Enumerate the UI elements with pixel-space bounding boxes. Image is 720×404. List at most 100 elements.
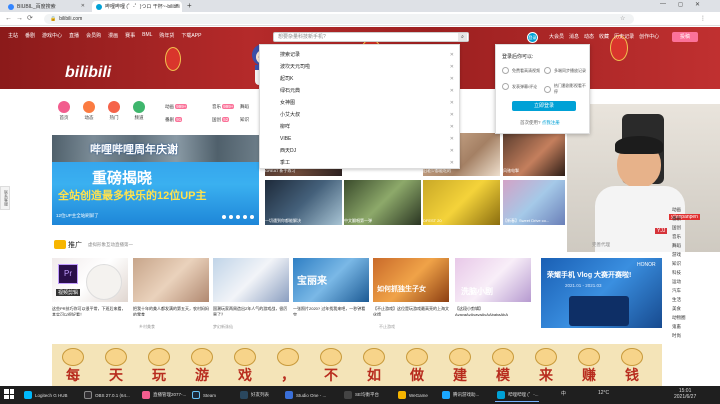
avatar[interactable]: 登录 xyxy=(527,32,538,43)
video-title[interactable]: 把我十年的美人都发满的第五天，农村妈妈的零食 xyxy=(133,306,209,316)
suggestion-item[interactable]: 女神图 ✕ xyxy=(260,97,460,109)
carousel[interactable]: 哔哩哔哩周年庆谢 重磅揭晓 全站创造最多快乐的12位UP主 12位UP主全站刷屏… xyxy=(52,135,259,225)
nav-game-center[interactable]: 游戏中心 xyxy=(42,32,62,39)
sidebar-item[interactable]: 动物圈 xyxy=(672,315,686,321)
ime-indicator[interactable]: 中 xyxy=(561,390,566,397)
nav-newyear[interactable]: 购年货 xyxy=(159,32,174,39)
subchannel-music[interactable]: 音乐 999+ xyxy=(212,104,235,110)
taskbar-app[interactable]: Logitech G HUB xyxy=(22,388,68,402)
sidebar-item[interactable]: 汽车 xyxy=(672,288,681,294)
suggestion-item[interactable]: 季工 ✕ xyxy=(260,157,460,169)
video-title[interactable]: 国潮玩家两周造出2年人气的游戏战，很厉害了？ xyxy=(213,306,289,316)
channel-hot[interactable]: 热门 xyxy=(108,101,120,121)
maximize-button[interactable]: ◻ xyxy=(678,1,683,8)
nav-shop[interactable]: 会员购 xyxy=(86,32,101,39)
nav-download[interactable]: 下载APP xyxy=(181,32,201,39)
nav-favorites[interactable]: 收藏 xyxy=(599,33,609,40)
tab-bilibili[interactable]: 哔哩哔哩 (゜-゜)つロ 干杯~-bilibili ✕ xyxy=(92,1,182,12)
taskbar-app[interactable]: 直播管理2077-... xyxy=(140,388,186,402)
suggestion-item[interactable]: 柳咩 ✕ xyxy=(260,121,460,133)
video-title[interactable]: 【新春】Sweet Drive co... xyxy=(503,218,565,224)
sidebar-item[interactable]: 运动 xyxy=(672,279,681,285)
nav-main[interactable]: 主站 xyxy=(8,32,18,39)
channel-channels[interactable]: 频道 xyxy=(133,101,145,121)
close-tab-icon[interactable]: ✕ xyxy=(175,3,179,9)
contact-support-tab[interactable]: 联系客服 xyxy=(0,186,10,210)
reload-button[interactable]: ⟳ xyxy=(27,14,33,24)
suggestion-item[interactable]: 波坎天元司啦 ✕ xyxy=(260,61,460,73)
taskbar-app[interactable]: Studio One - ... xyxy=(283,388,326,402)
new-tab-button[interactable]: + xyxy=(187,1,192,10)
carousel-dot[interactable] xyxy=(236,215,240,219)
sidebar-item[interactable]: 音乐 xyxy=(672,234,681,240)
remove-icon[interactable]: ✕ xyxy=(450,157,454,169)
bilibili-logo[interactable]: bilibili xyxy=(65,64,111,82)
sidebar-item[interactable]: 科技 xyxy=(672,270,681,276)
taskbar-app[interactable]: 哔哩哔哩 (゜-... xyxy=(495,388,539,402)
nav-creator[interactable]: 创作中心 xyxy=(639,33,659,40)
back-button[interactable]: ← xyxy=(5,14,12,24)
remove-icon[interactable]: ✕ xyxy=(450,121,454,133)
remove-icon[interactable]: ✕ xyxy=(450,73,454,85)
remove-icon[interactable]: ✕ xyxy=(450,49,454,61)
nav-vip[interactable]: 大会员 xyxy=(549,33,564,40)
nav-messages[interactable]: 消息 xyxy=(569,33,579,40)
remove-icon[interactable]: ✕ xyxy=(450,85,454,97)
carousel-dot[interactable] xyxy=(229,215,233,219)
register-link[interactable]: 点我注册 xyxy=(542,120,560,125)
remove-icon[interactable]: ✕ xyxy=(450,97,454,109)
sidebar-item[interactable]: 生活 xyxy=(672,297,681,303)
taskbar-app[interactable]: 腾讯游戏助... xyxy=(440,388,479,402)
taskbar-app[interactable]: WeGame xyxy=(396,388,428,402)
subchannel-bangumi[interactable]: 番剧 91 xyxy=(165,117,183,123)
nav-history[interactable]: 历史记录 xyxy=(614,33,634,40)
sticker-banner[interactable]: 每 天 玩 游 戏 ， 不 如 做 建 模 来 赚 钱 xyxy=(52,344,662,386)
video-thumbnail[interactable] xyxy=(213,258,289,302)
video-thumbnail[interactable]: 宝丽来 xyxy=(293,258,369,302)
ad-banner[interactable]: 荣耀手机 Vlog 大赛开赛啦! 2021.01 - 2021.03 HONOR xyxy=(541,258,662,328)
remove-icon[interactable]: ✕ xyxy=(450,145,454,157)
tab-baidu[interactable]: BIUBIL_百度搜索 ✕ xyxy=(4,1,88,12)
remove-icon[interactable]: ✕ xyxy=(450,61,454,73)
video-title[interactable]: 一切遇到你都能解决 xyxy=(265,218,342,224)
sidebar-item[interactable]: 知识 xyxy=(672,261,681,267)
sidebar-item[interactable]: 动画 xyxy=(672,207,681,213)
video-thumbnail[interactable]: 如何抓独生子女 xyxy=(373,258,449,302)
carousel-dot[interactable] xyxy=(250,215,254,219)
subchannel-guochuang[interactable]: 国创 52 xyxy=(212,117,230,123)
channel-dynamic[interactable]: 动态 xyxy=(83,101,95,121)
subchannel-animation[interactable]: 动画 999+ xyxy=(165,104,188,110)
search-icon[interactable]: ⌕ xyxy=(458,33,467,41)
channel-home[interactable]: 首页 xyxy=(58,101,70,121)
taskbar-app[interactable]: SE均衡平台 xyxy=(342,388,379,402)
suggestion-item[interactable]: 搜索记录 ✕ xyxy=(260,49,460,61)
sidebar-item[interactable]: 美食 xyxy=(672,306,681,312)
sidebar-item[interactable]: 时尚 xyxy=(672,333,681,339)
video-title[interactable]: 【不止游戏】这位是玩游戏最高亮的上海文化馆 xyxy=(373,306,449,316)
video-title[interactable]: 这些PR技巧你可以很平常，下班后来看，其实可以很好看！ xyxy=(52,306,128,316)
nav-bml[interactable]: BML xyxy=(142,32,152,39)
remove-icon[interactable]: ✕ xyxy=(450,109,454,121)
video-title[interactable]: DFEST 20 xyxy=(423,218,500,223)
taskbar-app[interactable]: 好友列表 xyxy=(238,388,269,402)
search-input[interactable]: 想要杂量科技新手机? xyxy=(273,32,469,42)
clock[interactable]: 15:01 2021/6/27 xyxy=(674,388,696,400)
minimize-button[interactable]: — xyxy=(660,1,666,8)
star-icon[interactable]: ☆ xyxy=(620,15,625,22)
upload-button[interactable]: 投稿 xyxy=(672,32,698,42)
suggestion-item[interactable]: VIBE ✕ xyxy=(260,133,460,145)
video-title[interactable]: 【这段小剪辑】 AvavaAvAvavaAvAAbabaAbA xyxy=(455,306,531,316)
video-up[interactable]: 梦幻新诛仙 xyxy=(213,324,289,330)
sidebar-item[interactable]: 游戏 xyxy=(672,252,681,258)
nav-esports[interactable]: 赛事 xyxy=(125,32,135,39)
sidebar-item[interactable]: 国创 xyxy=(672,225,681,231)
weather-text[interactable]: 12°C xyxy=(598,390,609,396)
nav-bangumi[interactable]: 番剧 xyxy=(25,32,35,39)
video-thumbnail[interactable]: 洗脑小剧 xyxy=(455,258,531,302)
forward-button[interactable]: → xyxy=(16,14,23,24)
taskbar-app[interactable]: OBS 27.0.1 (64... xyxy=(82,388,130,402)
nav-dynamic[interactable]: 动态 xyxy=(584,33,594,40)
menu-icon[interactable]: ⋮ xyxy=(700,15,706,22)
suggestion-item[interactable]: 起司K ✕ xyxy=(260,73,460,85)
close-window-button[interactable]: ✕ xyxy=(695,1,700,8)
